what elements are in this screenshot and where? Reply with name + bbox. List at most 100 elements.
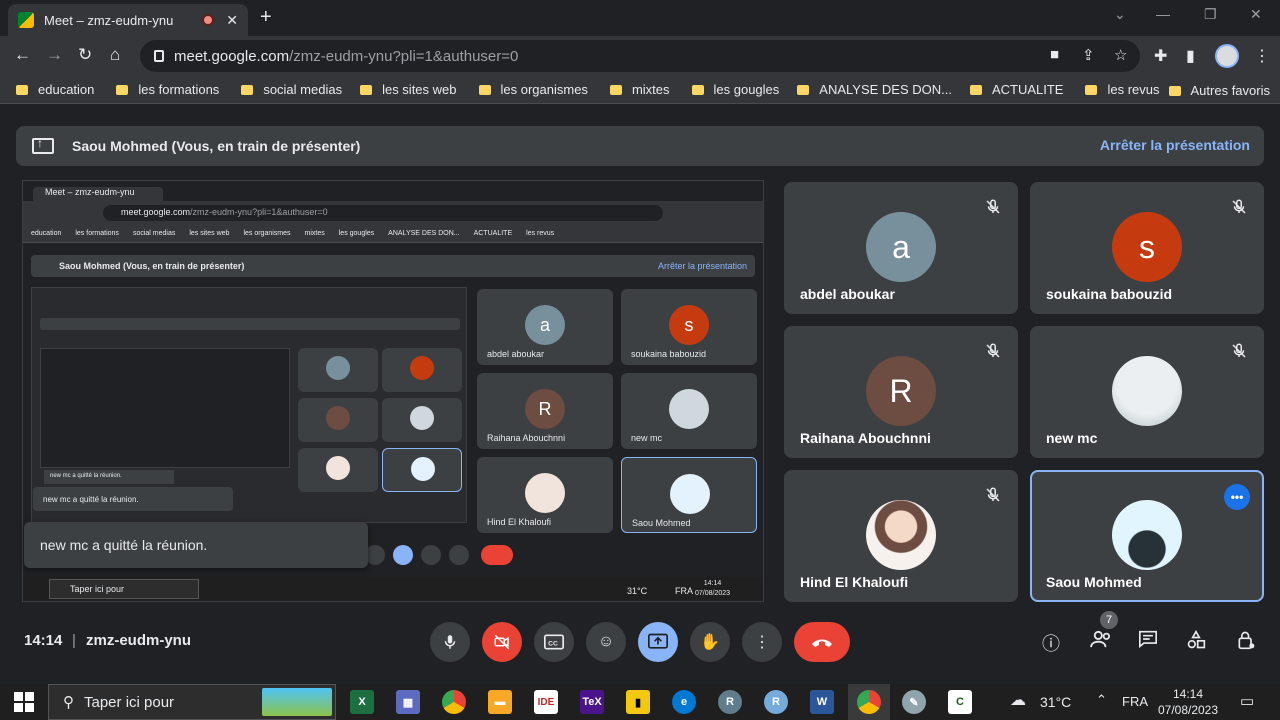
nested-tile-saou: Saou Mohmed bbox=[621, 457, 757, 533]
nested-address: meet.google.com/zmz-eudm-ynu?pli=1&authu… bbox=[103, 205, 663, 221]
participant-name: Hind El Khaloufi bbox=[800, 574, 909, 590]
participant-tile[interactable]: new mc bbox=[1030, 326, 1264, 458]
rstudio-icon[interactable]: R bbox=[718, 690, 742, 714]
nested-lang: FRA bbox=[675, 586, 693, 596]
restore-button[interactable]: ❐ bbox=[1204, 6, 1217, 23]
minimize-button[interactable]: — bbox=[1156, 6, 1170, 22]
more-options-button[interactable]: ⋮ bbox=[742, 622, 782, 662]
home-icon[interactable]: ⌂ bbox=[110, 45, 120, 65]
new-tab-button[interactable]: + bbox=[260, 6, 272, 29]
word-icon[interactable]: W bbox=[810, 690, 834, 714]
bookmark-folder[interactable]: social medias bbox=[241, 82, 342, 97]
close-window-button[interactable]: ✕ bbox=[1250, 6, 1262, 23]
mic-off-icon bbox=[986, 199, 1000, 214]
activities-icon[interactable] bbox=[1186, 629, 1206, 655]
share-icon[interactable]: ⇪ bbox=[1082, 46, 1095, 64]
mic-button[interactable] bbox=[430, 622, 470, 662]
bookmark-folder[interactable]: les revus bbox=[1085, 82, 1160, 97]
nested-taskbar-search: Taper ici pour bbox=[49, 579, 199, 599]
captions-icon: CC bbox=[544, 634, 564, 650]
deeper-tile bbox=[298, 448, 378, 492]
participant-tile[interactable]: s soukaina babouzid bbox=[1030, 182, 1264, 314]
nested-endcall bbox=[481, 545, 513, 565]
back-arrow-icon[interactable]: ← bbox=[14, 45, 31, 65]
bookmark-folder[interactable]: ANALYSE DES DON... bbox=[797, 82, 952, 97]
bookmark-folder[interactable]: les formations bbox=[116, 82, 219, 97]
browser-tab[interactable]: Meet – zmz-eudm-ynu ✕ bbox=[8, 4, 248, 36]
star-icon[interactable]: ☆ bbox=[1114, 46, 1127, 64]
power-bi-icon[interactable]: ▮ bbox=[626, 690, 650, 714]
folder-icon bbox=[609, 84, 622, 95]
windows-start-icon[interactable] bbox=[14, 692, 34, 712]
url-path: /zmz-eudm-ynu?pli=1&authuser=0 bbox=[289, 47, 519, 65]
ide-icon[interactable]: IDE bbox=[534, 690, 558, 714]
menu-dots-icon[interactable]: ⋮ bbox=[1254, 46, 1270, 66]
bookmark-folder[interactable]: les sites web bbox=[360, 82, 457, 97]
nested-avatar: s bbox=[669, 305, 709, 345]
bookmark-folder[interactable]: les gougles bbox=[691, 82, 779, 97]
camera-button[interactable] bbox=[482, 622, 522, 662]
other-bookmarks[interactable]: Autres favoris bbox=[1168, 83, 1270, 98]
participant-tile[interactable]: R Raihana Abouchnni bbox=[784, 326, 1018, 458]
present-button[interactable] bbox=[638, 622, 678, 662]
participant-tile-self[interactable]: Saou Mohmed ••• bbox=[1030, 470, 1264, 602]
camera-icon[interactable]: ■ bbox=[1050, 46, 1059, 63]
end-call-button[interactable] bbox=[794, 622, 850, 662]
participant-tile[interactable]: a abdel aboukar bbox=[784, 182, 1018, 314]
folder-icon bbox=[116, 84, 129, 95]
captions-button[interactable]: CC bbox=[534, 622, 574, 662]
extensions-icon[interactable]: ✚ bbox=[1154, 46, 1167, 66]
folder-icon bbox=[241, 84, 254, 95]
participant-name: abdel aboukar bbox=[800, 286, 895, 302]
chrome-active-icon[interactable] bbox=[857, 690, 881, 714]
excel-icon[interactable]: X bbox=[350, 690, 374, 714]
calculator-icon[interactable]: ▦ bbox=[396, 690, 420, 714]
file-explorer-icon[interactable]: ▬ bbox=[488, 690, 512, 714]
system-clock[interactable]: 14:14 07/08/2023 bbox=[1152, 686, 1224, 718]
raise-hand-button[interactable]: ✋ bbox=[690, 622, 730, 662]
forward-arrow-icon[interactable]: → bbox=[46, 45, 63, 65]
host-controls-icon[interactable] bbox=[1236, 630, 1256, 655]
tex-icon[interactable]: TeX bbox=[580, 690, 604, 714]
language-indicator[interactable]: FRA bbox=[1122, 694, 1148, 709]
hand-icon: ✋ bbox=[700, 634, 720, 651]
camtasia-icon[interactable]: C bbox=[948, 690, 972, 714]
chevron-down-icon[interactable]: ⌄ bbox=[1114, 6, 1126, 23]
recording-indicator-icon bbox=[202, 14, 215, 26]
mic-off-icon bbox=[1232, 343, 1246, 358]
deeper-avatar bbox=[410, 406, 434, 430]
r-icon[interactable]: R bbox=[764, 690, 788, 714]
address-bar[interactable]: meet.google.com /zmz-eudm-ynu?pli=1&auth… bbox=[140, 40, 1140, 72]
participant-name: Saou Mohmed bbox=[1046, 574, 1142, 590]
temperature: 31°C bbox=[1040, 694, 1072, 710]
chat-icon[interactable] bbox=[1138, 630, 1158, 653]
bookmark-folder[interactable]: mixtes bbox=[609, 82, 670, 97]
bookmark-folder[interactable]: education bbox=[16, 82, 94, 97]
profile-avatar[interactable] bbox=[1215, 44, 1239, 68]
avatar bbox=[866, 500, 936, 570]
reactions-button[interactable]: ☺ bbox=[586, 622, 626, 662]
deeper-tile bbox=[298, 398, 378, 442]
more-options-icon[interactable]: ••• bbox=[1224, 484, 1250, 510]
chrome-icon[interactable] bbox=[442, 690, 466, 714]
deeper-banner bbox=[40, 318, 460, 330]
deeper-avatar bbox=[326, 356, 350, 380]
bookmark-folder[interactable]: ACTUALITE bbox=[969, 82, 1063, 97]
info-icon[interactable]: ⓘ bbox=[1042, 630, 1060, 656]
stop-presenting-button[interactable]: Arrêter la présentation bbox=[1100, 137, 1250, 153]
avatar bbox=[1112, 500, 1182, 570]
notifications-icon[interactable]: ▭ bbox=[1240, 692, 1254, 710]
participant-tile[interactable]: Hind El Khaloufi bbox=[784, 470, 1018, 602]
reload-icon[interactable]: ↻ bbox=[78, 45, 92, 65]
side-panel-icon[interactable]: ▮ bbox=[1186, 46, 1195, 66]
present-screen-icon bbox=[32, 136, 54, 154]
participant-name: Raihana Abouchnni bbox=[800, 430, 931, 446]
separator: | bbox=[72, 632, 76, 649]
edge-icon[interactable]: e bbox=[672, 690, 696, 714]
people-icon[interactable] bbox=[1090, 630, 1112, 653]
bookmark-folder[interactable]: les organismes bbox=[478, 82, 588, 97]
deeper-avatar bbox=[326, 456, 350, 480]
paint-icon[interactable]: ✎ bbox=[902, 690, 926, 714]
chevron-up-icon[interactable]: ⌃ bbox=[1096, 692, 1107, 708]
close-tab-icon[interactable]: ✕ bbox=[226, 12, 238, 29]
